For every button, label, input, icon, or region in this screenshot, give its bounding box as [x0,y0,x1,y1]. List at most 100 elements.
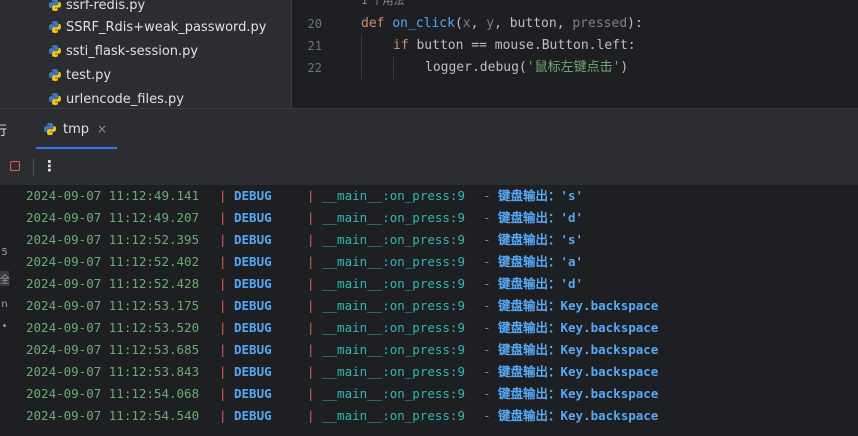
log-level: DEBUG [234,386,272,401]
log-separator: | [219,276,227,291]
log-separator: | [307,408,315,423]
log-message: 键盘输出：'s' [498,188,584,203]
python-file-icon [49,93,61,105]
punct: , [494,16,510,31]
python-file-icon [44,123,56,135]
usages-hint[interactable]: 1 个用法 [361,0,405,9]
log-message: 键盘输出：Key.backspace [498,320,659,335]
stop-icon[interactable] [10,161,20,171]
run-toolbar: ⋮ [0,149,858,185]
log-level: DEBUG [234,188,272,203]
strip-button[interactable]: n [0,299,9,310]
log-separator: - [483,342,491,357]
log-separator: | [307,188,315,203]
code-line-21: if button == mouse.Button.left: [393,35,636,57]
log-separator: | [219,232,227,247]
param: pressed [572,16,628,31]
tab-tmp[interactable]: tmp × [36,109,117,149]
log-separator: | [307,386,315,401]
log-module: __main__:on_press:9 [322,408,465,423]
log-level: DEBUG [234,276,272,291]
code-editor[interactable]: 1 个用法 20 21 22 def on_click(x, y, button… [292,0,858,108]
tree-item-ssti-flask-session[interactable]: ssti_flask-session.py [48,39,198,63]
log-timestamp: 2024-09-07 11:12:53.520 [26,320,200,335]
log-timestamp: 2024-09-07 11:12:52.402 [26,254,200,269]
log-level: DEBUG [234,254,272,269]
param: y [486,16,495,31]
log-timestamp: 2024-09-07 11:12:54.068 [26,386,200,401]
punct: , [470,16,487,31]
project-tree: ssrf-redis.py SSRF_Rdis+weak_password.py… [0,0,291,108]
log-message: 键盘输出：Key.backspace [498,364,659,379]
log-separator: - [483,276,491,291]
log-message: 键盘输出：'d' [498,276,584,291]
tree-item-test[interactable]: test.py [48,63,111,87]
log-separator: - [483,188,491,203]
log-message: 键盘输出：'a' [498,254,584,269]
log-separator: | [219,386,227,401]
indent-guide [361,35,362,79]
log-level: DEBUG [234,298,272,313]
log-module: __main__:on_press:9 [322,276,465,291]
keyword: if [393,38,409,53]
log-message: 键盘输出：Key.backspace [498,298,659,313]
log-level: DEBUG [234,364,272,379]
left-tool-strip: 5 全 n • [0,185,10,436]
log-separator: | [307,298,315,313]
log-module: __main__:on_press:9 [322,188,465,203]
line-number: 22 [307,61,322,75]
log-module: __main__:on_press:9 [322,232,465,247]
log-separator: - [483,210,491,225]
log-timestamp: 2024-09-07 11:12:49.207 [26,210,200,225]
log-separator: | [219,298,227,313]
tree-item-ssrf-rdis-weak-password[interactable]: SSRF_Rdis+weak_password.py [48,15,267,39]
log-separator: | [307,276,315,291]
log-separator: | [219,408,227,423]
log-level: DEBUG [234,232,272,247]
keyword: def [361,16,385,31]
log-separator: | [219,188,227,203]
close-icon[interactable]: × [97,122,107,136]
python-file-icon [49,21,61,33]
log-module: __main__:on_press:9 [322,364,465,379]
tree-item-label: test.py [66,67,112,83]
log-separator: | [219,254,227,269]
ide-window: ssrf-redis.py SSRF_Rdis+weak_password.py… [0,0,858,436]
log-separator: - [483,408,491,423]
log-level: DEBUG [234,342,272,357]
strip-button[interactable]: • [0,321,9,332]
log-module: __main__:on_press:9 [322,342,465,357]
line-number: 21 [307,39,322,53]
log-separator: - [483,364,491,379]
log-separator: - [483,298,491,313]
log-module: __main__:on_press:9 [322,254,465,269]
tree-item-urlencode-files[interactable]: urlencode_files.py [48,87,184,108]
tree-item-label: SSRF_Rdis+weak_password.py [66,19,267,35]
punct: ): [627,16,643,31]
indent-guide [393,57,394,79]
python-file-icon [49,69,61,81]
tree-item-label: ssrf-redis.py [66,0,146,13]
strip-button[interactable]: 全 [0,271,10,286]
log-separator: | [307,320,315,335]
log-timestamp: 2024-09-07 11:12:52.428 [26,276,200,291]
strip-button[interactable]: 5 [0,247,9,258]
log-separator: | [307,210,315,225]
log-timestamp: 2024-09-07 11:12:53.843 [26,364,200,379]
log-message: 键盘输出：Key.backspace [498,342,659,357]
log-module: __main__:on_press:9 [322,386,465,401]
log-timestamp: 2024-09-07 11:12:49.141 [26,188,200,203]
log-message: 键盘输出：Key.backspace [498,386,659,401]
tool-window-title: 行 [0,124,8,139]
tree-item-label: urlencode_files.py [66,91,184,107]
log-timestamp: 2024-09-07 11:12:52.395 [26,232,200,247]
python-file-icon [49,45,61,57]
log-module: __main__:on_press:9 [322,210,465,225]
more-options-icon[interactable]: ⋮ [42,157,57,175]
punct: , [556,16,573,31]
log-separator: | [307,364,315,379]
string-literal: '鼠标左键点击' [526,60,621,75]
log-message: 键盘输出：'d' [498,210,584,225]
console-output[interactable]: 5 全 n • 2024-09-07 11:12:49.141 | DEBUG | __… [0,185,858,436]
toolbar-separator [33,158,34,176]
